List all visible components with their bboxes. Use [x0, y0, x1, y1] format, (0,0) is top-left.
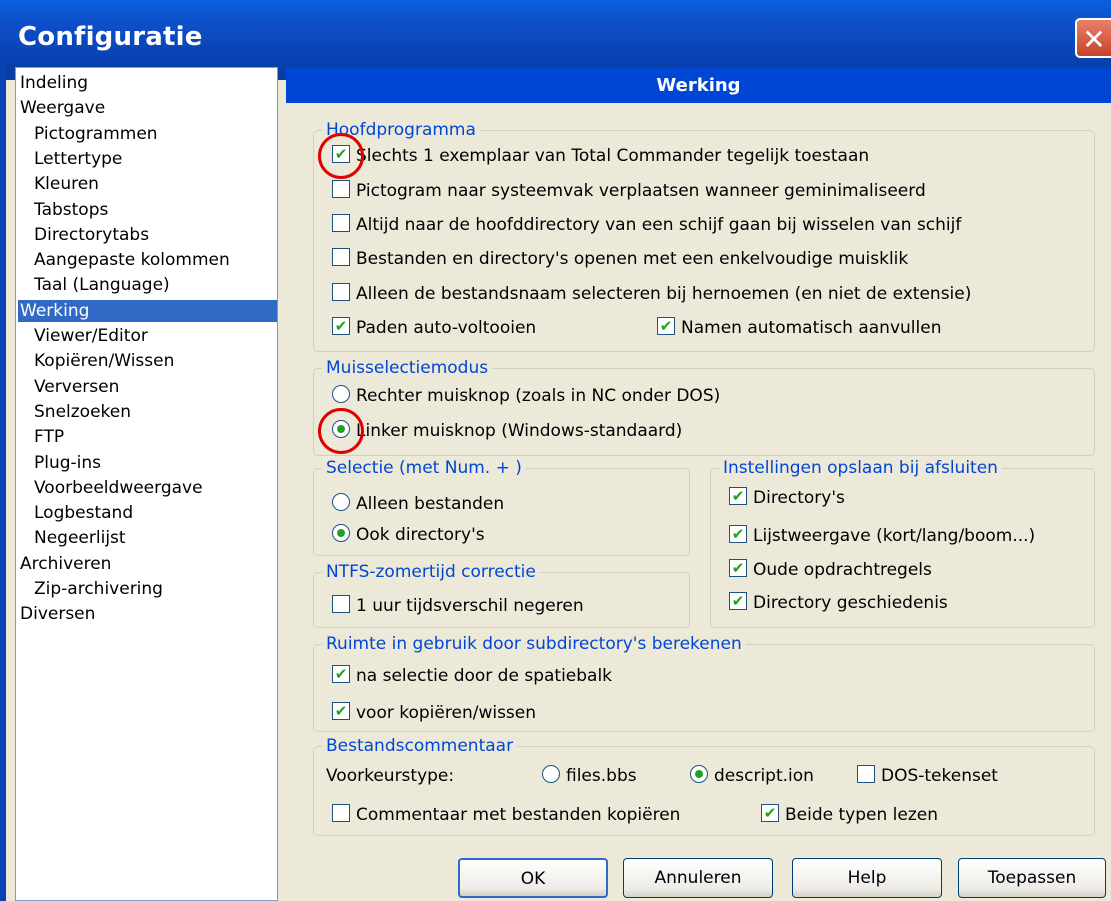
option-copy-comments[interactable]: Commentaar met bestanden kopiëren	[332, 803, 680, 827]
checkbox[interactable]: ✔	[729, 525, 747, 543]
cancel-button[interactable]: Annuleren	[623, 858, 773, 898]
tree-item[interactable]: Tabstops	[34, 199, 108, 221]
checkbox[interactable]: ✔	[332, 702, 350, 720]
group-title: Muisselectiemodus	[322, 357, 493, 379]
tree-item[interactable]: Negeerlijst	[34, 527, 126, 549]
tree-item[interactable]: Logbestand	[34, 502, 133, 524]
tree-item[interactable]: Kopiëren/Wissen	[34, 350, 174, 372]
page-title: Werking	[286, 68, 1111, 103]
radio-also-dirs[interactable]: Ook directory's	[332, 523, 485, 547]
option-save-history[interactable]: ✔ Directory geschiedenis	[729, 591, 948, 615]
option-rename-name-only[interactable]: Alleen de bestandsnaam selecteren bij he…	[332, 282, 971, 306]
option-save-cmdline[interactable]: ✔ Oude opdrachtregels	[729, 558, 932, 582]
checkbox[interactable]: ✔	[332, 665, 350, 683]
window-border	[0, 60, 6, 901]
radio[interactable]	[542, 765, 560, 783]
option-autocomplete-names[interactable]: ✔ Namen automatisch aanvullen	[657, 316, 941, 340]
tree-item[interactable]: Aangepaste kolommen	[34, 249, 230, 271]
tree-item[interactable]: Pictogrammen	[34, 123, 158, 145]
checkbox[interactable]: ✔	[332, 317, 350, 335]
tree-item[interactable]: Snelzoeken	[34, 401, 131, 423]
checkbox[interactable]: ✔	[657, 317, 675, 335]
checkbox[interactable]	[332, 283, 350, 301]
checkbox[interactable]: ✔	[729, 592, 747, 610]
checkbox[interactable]	[332, 595, 350, 613]
tree-item[interactable]: Zip-archivering	[34, 578, 163, 600]
radio[interactable]	[332, 493, 350, 511]
checkbox[interactable]	[332, 214, 350, 232]
tree-item[interactable]: Kleuren	[34, 173, 99, 195]
help-button[interactable]: Help	[792, 858, 942, 898]
tree-item[interactable]: Archiveren	[20, 553, 111, 575]
window-title: Configuratie	[18, 22, 203, 52]
checkbox[interactable]	[332, 248, 350, 266]
radio-left-mouse[interactable]: Linker muisknop (Windows-standaard)	[332, 419, 682, 443]
tree-item[interactable]: Plug-ins	[34, 452, 101, 474]
ok-button[interactable]: OK	[458, 858, 608, 898]
tree-item[interactable]: FTP	[34, 426, 64, 448]
tree-item[interactable]: Directorytabs	[34, 224, 149, 246]
radio-right-mouse[interactable]: Rechter muisknop (zoals in NC onder DOS)	[332, 384, 720, 408]
option-tray-minimize[interactable]: Pictogram naar systeemvak verplaatsen wa…	[332, 179, 926, 203]
radio[interactable]	[332, 385, 350, 403]
option-dos-charset[interactable]: DOS-tekenset	[857, 764, 998, 788]
radio-descript-ion[interactable]: descript.ion	[690, 764, 814, 788]
apply-button[interactable]: Toepassen	[958, 858, 1106, 898]
tree-item[interactable]: Voorbeeldweergave	[34, 477, 203, 499]
checkbox[interactable]	[857, 765, 875, 783]
radio-files-only[interactable]: Alleen bestanden	[332, 492, 504, 516]
group-title: Selectie (met Num. + )	[322, 457, 526, 479]
checkbox[interactable]	[332, 804, 350, 822]
checkbox[interactable]	[332, 180, 350, 198]
option-calc-on-space[interactable]: ✔ na selectie door de spatiebalk	[332, 664, 612, 688]
option-ignore-dst[interactable]: 1 uur tijdsverschil negeren	[332, 594, 584, 618]
highlight-circle	[318, 133, 364, 179]
radio-files-bbs[interactable]: files.bbs	[542, 764, 637, 788]
checkbox[interactable]: ✔	[729, 559, 747, 577]
radio[interactable]	[690, 765, 708, 783]
tree-item[interactable]: Indeling	[20, 72, 88, 94]
tree-item[interactable]: Weergave	[20, 97, 105, 119]
voorkeurstype-label: Voorkeurstype:	[326, 766, 455, 786]
tree-item[interactable]: Diversen	[20, 603, 95, 625]
tree-item[interactable]: Taal (Language)	[34, 274, 170, 296]
option-single-instance[interactable]: ✔ Slechts 1 exemplaar van Total Commander…	[332, 144, 869, 168]
option-single-click[interactable]: Bestanden en directory's openen met een …	[332, 247, 908, 271]
option-save-dirs[interactable]: ✔ Directory's	[729, 486, 845, 510]
checkbox[interactable]: ✔	[761, 804, 779, 822]
category-tree[interactable]: Indeling Weergave Pictogrammen Lettertype Kl…	[15, 67, 278, 901]
option-read-both[interactable]: ✔ Beide typen lezen	[761, 803, 938, 827]
checkbox[interactable]: ✔	[729, 487, 747, 505]
option-save-listview[interactable]: ✔ Lijstweergave (kort/lang/boom...)	[729, 524, 1035, 548]
tree-item[interactable]: Viewer/Editor	[34, 325, 148, 347]
group-title: Instellingen opslaan bij afsluiten	[719, 457, 1002, 479]
group-title: Ruimte in gebruik door subdirectory's be…	[322, 633, 746, 655]
tree-item[interactable]: Werking	[18, 299, 277, 322]
highlight-circle	[318, 408, 364, 454]
close-button[interactable]: ✕	[1075, 18, 1111, 58]
tree-item[interactable]: Lettertype	[34, 148, 122, 170]
option-calc-on-copy[interactable]: ✔ voor kopiëren/wissen	[332, 701, 536, 725]
option-autocomplete-paths[interactable]: ✔ Paden auto-voltooien	[332, 316, 536, 340]
option-root-on-drive-change[interactable]: Altijd naar de hoofddirectory van een sc…	[332, 213, 961, 237]
group-title: Bestandscommentaar	[322, 735, 518, 757]
group-title: NTFS-zomertijd correctie	[322, 561, 540, 583]
tree-item[interactable]: Verversen	[34, 376, 119, 398]
radio[interactable]	[332, 524, 350, 542]
